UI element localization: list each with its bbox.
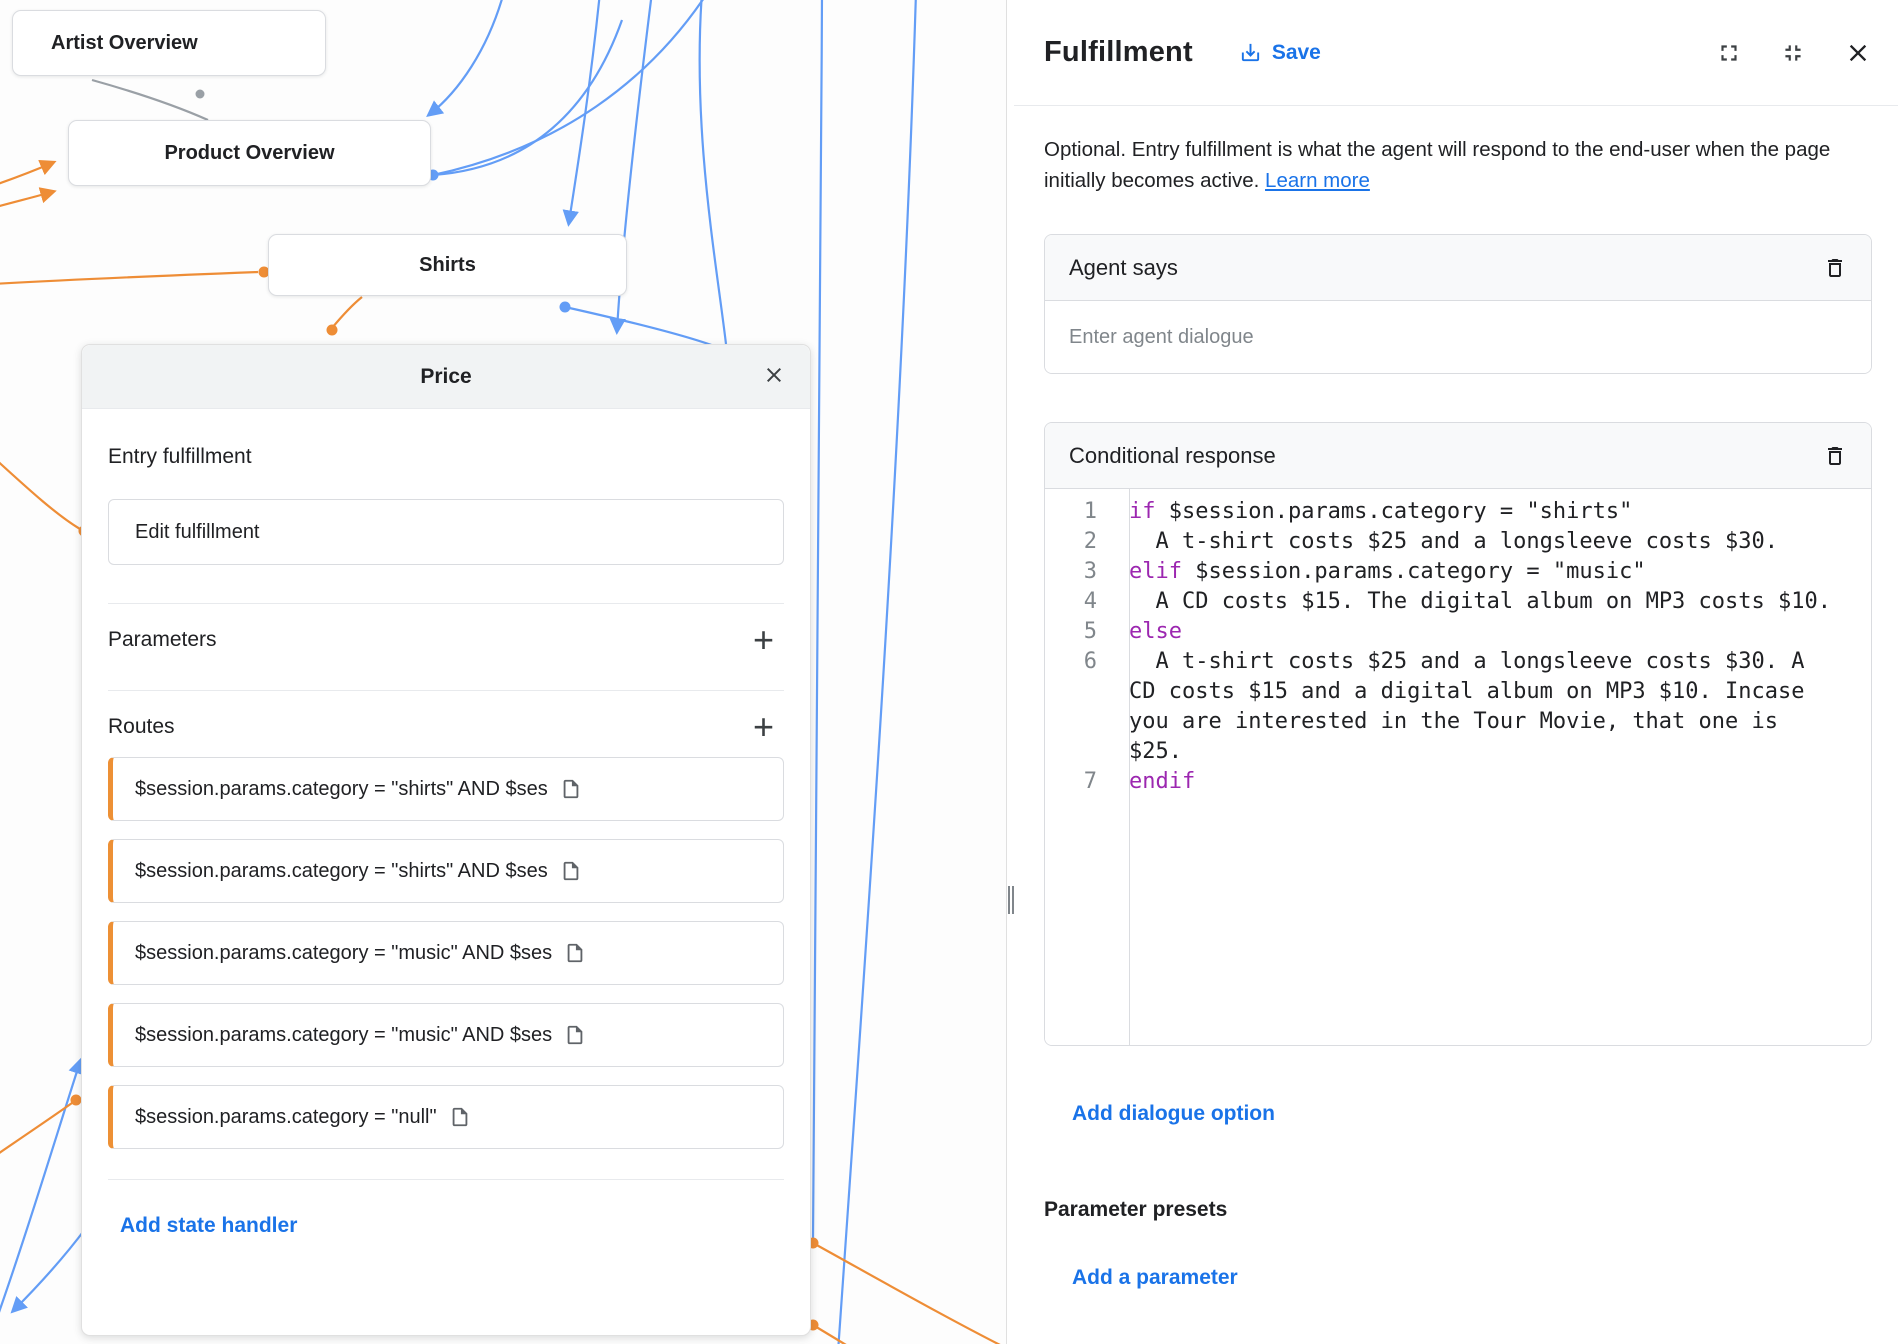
page-icon[interactable] (560, 860, 582, 882)
line-number: 1 (1045, 497, 1113, 527)
code-line: 3 elif $session.params.category = "music… (1045, 557, 1871, 587)
code-line: 2 A t-shirt costs $25 and a longsleeve c… (1045, 527, 1871, 557)
line-number: 3 (1045, 557, 1113, 587)
page-icon[interactable] (564, 1024, 586, 1046)
expand-icon[interactable] (1716, 40, 1742, 66)
route-item[interactable]: $session.params.category = "shirts" AND … (108, 839, 784, 903)
route-item[interactable]: $session.params.category = "music" AND $… (108, 921, 784, 985)
code-line: 1 if $session.params.category = "shirts" (1045, 497, 1871, 527)
route-condition: $session.params.category = "music" AND $… (135, 1024, 552, 1047)
price-card-title: Price (82, 365, 810, 389)
panel-description: Optional. Entry fulfillment is what the … (1044, 134, 1872, 196)
node-label: Artist Overview (51, 32, 198, 55)
line-number: 2 (1045, 527, 1113, 557)
condition-code-editor[interactable]: 1 if $session.params.category = "shirts"… (1045, 489, 1871, 1045)
agent-dialogue-input[interactable] (1045, 301, 1871, 373)
edit-fulfillment-button[interactable]: Edit fulfillment (108, 499, 784, 565)
price-node-card: Price Entry fulfillment Edit fulfillment… (81, 344, 811, 1336)
close-panel-icon[interactable] (1844, 39, 1872, 67)
routes-label: Routes (108, 715, 175, 739)
panel-resize-divider[interactable] (1006, 0, 1014, 1344)
page-icon[interactable] (564, 942, 586, 964)
route-condition: $session.params.category = "null" (135, 1106, 437, 1129)
code-line: 4 A CD costs $15. The digital album on M… (1045, 587, 1871, 617)
page-icon[interactable] (449, 1106, 471, 1128)
divider (108, 1179, 784, 1180)
parameters-label: Parameters (108, 628, 217, 652)
fulfillment-panel: Fulfillment Save Optional. Entr (1014, 0, 1898, 1344)
agent-says-title: Agent says (1069, 255, 1178, 281)
code-line: 7 endif (1045, 767, 1871, 797)
route-condition: $session.params.category = "shirts" AND … (135, 860, 548, 883)
route-condition: $session.params.category = "shirts" AND … (135, 778, 548, 801)
panel-title: Fulfillment (1044, 36, 1193, 69)
resize-handle[interactable] (1008, 886, 1014, 914)
line-number: 4 (1045, 587, 1113, 617)
add-dialogue-option-link[interactable]: Add dialogue option (1072, 1102, 1275, 1126)
trash-icon[interactable] (1823, 444, 1847, 468)
add-a-parameter-link[interactable]: Add a parameter (1072, 1266, 1238, 1290)
add-state-handler-link[interactable]: Add state handler (120, 1214, 297, 1238)
parameter-presets-heading: Parameter presets (1044, 1198, 1872, 1222)
learn-more-link[interactable]: Learn more (1265, 169, 1370, 192)
conditional-response-card: Conditional response 1 if $session.param… (1044, 422, 1872, 1046)
add-parameter-plus-icon[interactable]: + (753, 628, 782, 652)
save-label: Save (1272, 41, 1321, 65)
save-icon (1239, 41, 1262, 64)
node-label: Product Overview (164, 142, 334, 165)
route-item[interactable]: $session.params.category = "music" AND $… (108, 1003, 784, 1067)
dialogflow-builder: Artist Overview Product Overview Shirts … (0, 0, 1898, 1344)
flow-canvas[interactable]: Artist Overview Product Overview Shirts … (0, 0, 1006, 1344)
line-number: 6 (1045, 647, 1113, 767)
trash-icon[interactable] (1823, 256, 1847, 280)
code-line: 5 else (1045, 617, 1871, 647)
compress-icon[interactable] (1780, 40, 1806, 66)
line-number: 5 (1045, 617, 1113, 647)
description-text: Optional. Entry fulfillment is what the … (1044, 138, 1830, 192)
close-icon[interactable] (762, 363, 786, 387)
add-route-plus-icon[interactable]: + (753, 715, 782, 739)
page-icon[interactable] (560, 778, 582, 800)
node-label: Shirts (419, 254, 476, 277)
node-shirts[interactable]: Shirts (268, 234, 627, 296)
price-card-header: Price (82, 345, 810, 409)
fulfillment-panel-header: Fulfillment Save (1014, 0, 1898, 106)
route-item[interactable]: $session.params.category = "null" (108, 1085, 784, 1149)
node-product-overview[interactable]: Product Overview (68, 120, 431, 186)
conditional-response-title: Conditional response (1069, 443, 1276, 469)
node-artist-overview[interactable]: Artist Overview (12, 10, 326, 76)
line-number: 7 (1045, 767, 1113, 797)
code-line: 6 A t-shirt costs $25 and a longsleeve c… (1045, 647, 1871, 767)
route-item[interactable]: $session.params.category = "shirts" AND … (108, 757, 784, 821)
route-condition: $session.params.category = "music" AND $… (135, 942, 552, 965)
agent-says-card: Agent says (1044, 234, 1872, 374)
entry-fulfillment-label: Entry fulfillment (108, 445, 784, 469)
save-button[interactable]: Save (1239, 41, 1321, 65)
edit-fulfillment-label: Edit fulfillment (135, 521, 260, 544)
